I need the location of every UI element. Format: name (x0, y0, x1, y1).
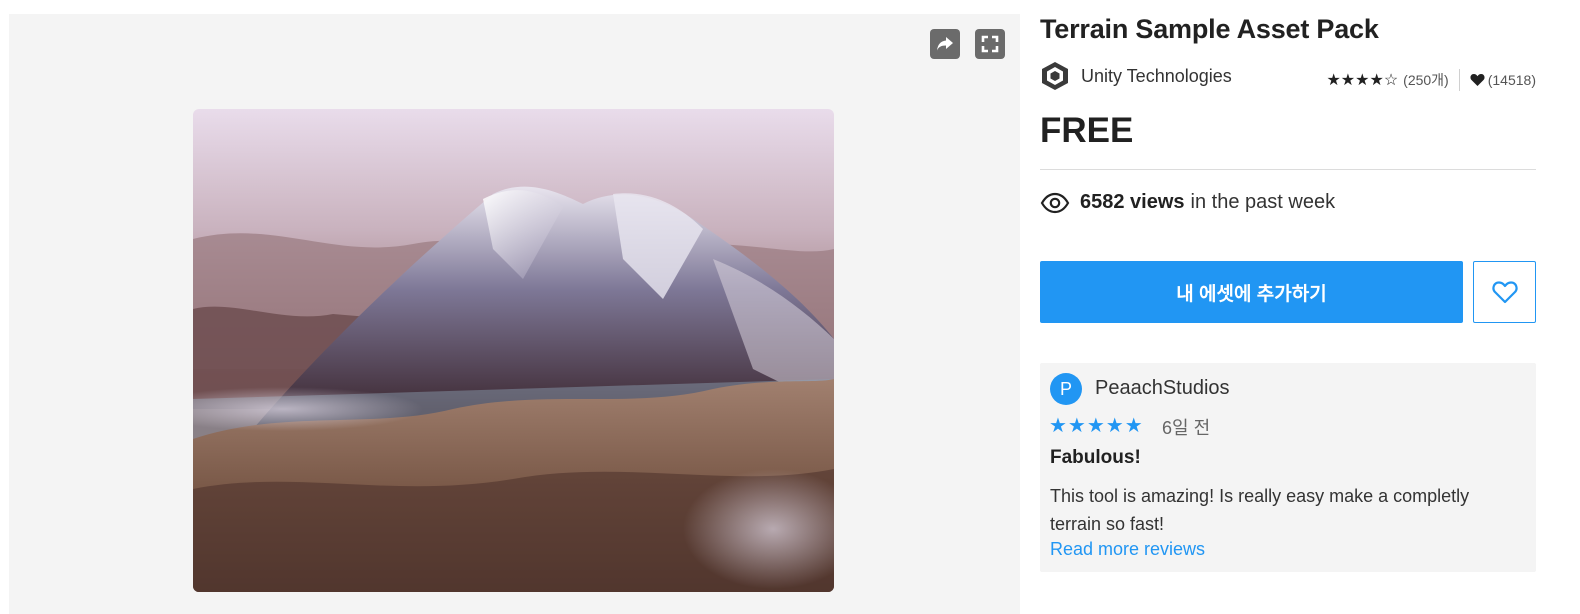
views-count: 6582 views (1080, 191, 1185, 213)
favorites-count: (14518) (1487, 72, 1536, 88)
media-viewer (9, 14, 1020, 614)
unity-logo-icon (1040, 61, 1070, 91)
review-author[interactable]: PeaachStudios (1095, 377, 1230, 400)
views-suffix: in the past week (1190, 191, 1336, 213)
review-body: This tool is amazing! Is really easy mak… (1050, 486, 1470, 534)
rating-stars: ★★★★☆ (1326, 72, 1399, 89)
review-title: Fabulous! (1050, 447, 1141, 468)
product-title: Terrain Sample Asset Pack (1040, 14, 1379, 44)
review-card: P PeaachStudios ★★★★★ 6일 전 Fabulous! Thi… (1040, 363, 1536, 572)
rating-summary[interactable]: ★★★★☆ (250개) (14518) (1326, 69, 1536, 91)
review-date: 6일 전 (1162, 418, 1211, 438)
rating-count: (250개) (1403, 72, 1449, 88)
read-more-reviews-link[interactable]: Read more reviews (1050, 539, 1205, 560)
heart-outline-icon (1491, 281, 1518, 304)
add-to-my-assets-button[interactable]: 내 에셋에 추가하기 (1040, 261, 1463, 323)
product-info-panel: Terrain Sample Asset Pack Unity Technolo… (1040, 0, 1536, 614)
terrain-image (193, 109, 834, 592)
divider (1040, 169, 1536, 170)
fullscreen-button[interactable] (975, 29, 1005, 59)
heart-icon (1470, 74, 1485, 86)
share-button[interactable] (930, 29, 960, 59)
avatar: P (1050, 373, 1082, 405)
publisher-link[interactable]: Unity Technologies (1040, 61, 1232, 91)
rating-divider (1458, 69, 1460, 91)
eye-icon (1040, 192, 1070, 213)
product-image[interactable] (193, 109, 834, 592)
wishlist-button[interactable] (1473, 261, 1536, 323)
share-icon (937, 37, 953, 51)
publisher-name[interactable]: Unity Technologies (1081, 66, 1232, 87)
fullscreen-icon (981, 35, 999, 53)
views-stat: 6582 views in the past week (1040, 191, 1335, 214)
price: FREE (1040, 111, 1134, 150)
review-stars: ★★★★★ (1049, 415, 1144, 437)
